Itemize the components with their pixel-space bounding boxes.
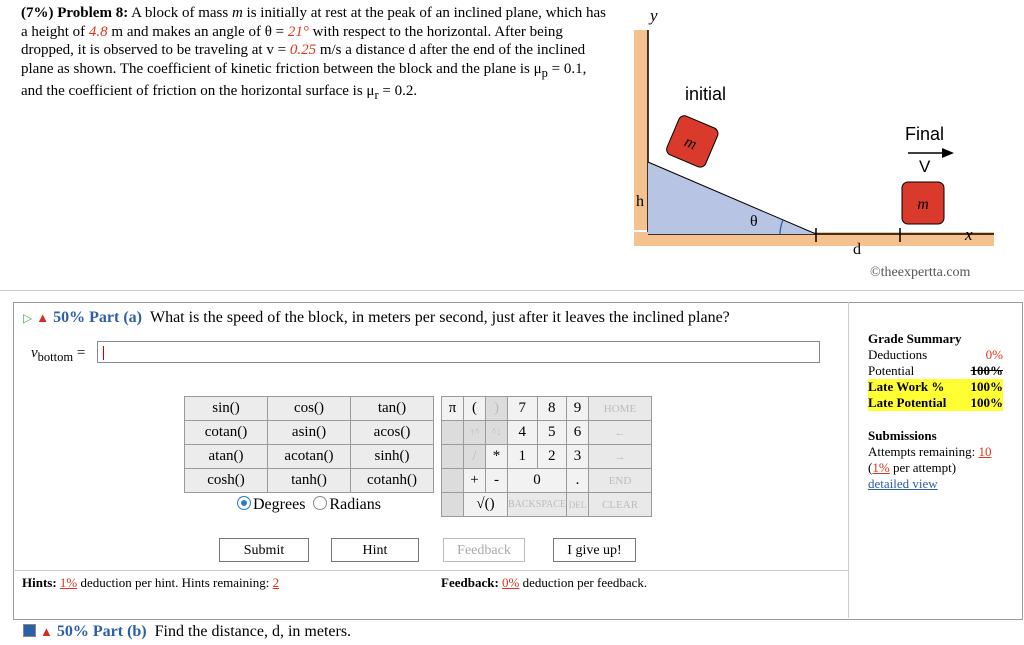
- clear-button[interactable]: CLEAR: [588, 492, 652, 517]
- key-7[interactable]: 7: [507, 396, 538, 421]
- multiply-button[interactable]: *: [485, 444, 508, 469]
- sinh-button[interactable]: sinh(): [350, 444, 434, 469]
- cos-button[interactable]: cos(): [267, 396, 351, 421]
- warning-icon: ▲: [40, 624, 53, 639]
- answer-variable: vbottom =: [31, 345, 86, 364]
- hints-remaining: 2: [272, 575, 280, 590]
- incline-diagram: m m y initial Final V h θ d x ©theexpert…: [634, 6, 994, 280]
- del-button[interactable]: DEL: [566, 492, 589, 517]
- acotan-button[interactable]: acotan(): [267, 444, 351, 469]
- x-axis-label: x: [964, 225, 973, 244]
- answer-input[interactable]: [97, 341, 820, 363]
- grade-title: Grade Summary: [868, 331, 962, 346]
- grade-divider: [848, 302, 849, 618]
- divide-button[interactable]: /: [463, 444, 486, 469]
- part-b-question: Find the distance, d, in meters.: [154, 623, 352, 640]
- asin-button[interactable]: asin(): [267, 420, 351, 445]
- collapse-icon[interactable]: [23, 624, 36, 637]
- submit-button[interactable]: Submit: [219, 538, 309, 562]
- height-label: h: [636, 193, 644, 210]
- radians-radio[interactable]: Radians: [313, 496, 381, 513]
- y-axis-label: y: [648, 6, 658, 25]
- tan-button[interactable]: tan(): [350, 396, 434, 421]
- backspace-button[interactable]: BACKSPACE: [507, 492, 567, 517]
- minus-button[interactable]: -: [485, 468, 508, 493]
- part-a-header: ▷ ▲ 50% Part (a) What is the speed of th…: [23, 309, 730, 326]
- key-9[interactable]: 9: [566, 396, 589, 421]
- up-arrow-icon[interactable]: ↑^: [463, 420, 486, 445]
- key-8[interactable]: 8: [536, 396, 567, 421]
- theta-label: θ: [750, 213, 758, 230]
- degrees-radio[interactable]: Degrees: [237, 496, 305, 513]
- left-paren-button[interactable]: (: [463, 396, 486, 421]
- submissions-title: Submissions: [868, 428, 937, 443]
- part-a-question: What is the speed of the block, in meter…: [149, 309, 730, 326]
- cotanh-button[interactable]: cotanh(): [350, 468, 434, 493]
- right-paren-button[interactable]: ): [485, 396, 508, 421]
- grade-summary: Grade Summary Deductions 0% Potential 100%…: [868, 331, 1004, 492]
- cotan-button[interactable]: cotan(): [184, 420, 268, 445]
- dot-button[interactable]: .: [566, 468, 589, 493]
- speed-value: 0.25: [289, 42, 317, 58]
- left-arrow-icon[interactable]: ←: [588, 420, 652, 445]
- home-button[interactable]: HOME: [588, 396, 652, 421]
- angle-mode: Degrees Radians: [237, 496, 381, 514]
- problem-statement: (7%) Problem 8: A block of mass m is ini…: [21, 5, 607, 102]
- key-5[interactable]: 5: [536, 420, 567, 445]
- initial-label: initial: [685, 84, 726, 104]
- detailed-view-link[interactable]: detailed view: [868, 476, 1003, 492]
- down-arrow-icon[interactable]: ^↓: [485, 420, 508, 445]
- problem-number: (7%) Problem 8:: [21, 5, 129, 21]
- per-attempt: (1% per attempt): [868, 460, 957, 475]
- sin-button[interactable]: sin(): [184, 396, 268, 421]
- give-up-button[interactable]: I give up!: [553, 538, 636, 562]
- potential-value: 100%: [970, 363, 1004, 378]
- sqrt-button[interactable]: √(): [463, 492, 508, 517]
- function-keypad: sin() cos() tan() cotan() asin() acos() …: [184, 396, 434, 493]
- part-b-header[interactable]: ▲ 50% Part (b) Find the distance, d, in …: [23, 623, 351, 641]
- attempts-remaining: Attempts remaining: 10: [868, 444, 992, 459]
- feedback-info: Feedback: 0% deduction per feedback.: [441, 575, 648, 590]
- copyright: ©theexpertta.com: [870, 265, 971, 280]
- key-0[interactable]: 0: [507, 468, 567, 493]
- key-2[interactable]: 2: [536, 444, 567, 469]
- deductions-value: 0%: [985, 347, 1003, 362]
- final-block: m: [901, 181, 945, 225]
- key-4[interactable]: 4: [507, 420, 538, 445]
- tanh-button[interactable]: tanh(): [267, 468, 351, 493]
- height-value: 4.8: [88, 23, 108, 40]
- svg-text:m: m: [917, 196, 929, 213]
- pi-button[interactable]: π: [441, 396, 464, 421]
- end-button[interactable]: END: [588, 468, 652, 493]
- key-3[interactable]: 3: [566, 444, 589, 469]
- velocity-label: V: [919, 157, 931, 176]
- initial-block: m: [666, 115, 719, 168]
- expand-arrow-icon[interactable]: ▷: [23, 311, 32, 325]
- right-arrow-icon[interactable]: →: [588, 444, 652, 469]
- cosh-button[interactable]: cosh(): [184, 468, 268, 493]
- key-6[interactable]: 6: [566, 420, 589, 445]
- hints-info: Hints: 1% deduction per hint. Hints rema…: [22, 575, 280, 590]
- final-label: Final: [905, 124, 944, 144]
- key-1[interactable]: 1: [507, 444, 538, 469]
- numeric-keypad: π ( ) 7 8 9 HOME ↑^ ^↓ 4 5 6 ← / * 1 2 3…: [441, 396, 652, 517]
- plus-button[interactable]: +: [463, 468, 486, 493]
- warning-icon: ▲: [36, 310, 50, 325]
- feedback-button[interactable]: Feedback: [443, 538, 525, 562]
- acos-button[interactable]: acos(): [350, 420, 434, 445]
- section-divider: [0, 290, 1024, 291]
- hint-button[interactable]: Hint: [331, 538, 419, 562]
- distance-label: d: [853, 241, 861, 258]
- atan-button[interactable]: atan(): [184, 444, 268, 469]
- problem-figure: m m y initial Final V h θ d x ©theexpert…: [620, 0, 1024, 290]
- angle-value: 21°: [287, 23, 309, 40]
